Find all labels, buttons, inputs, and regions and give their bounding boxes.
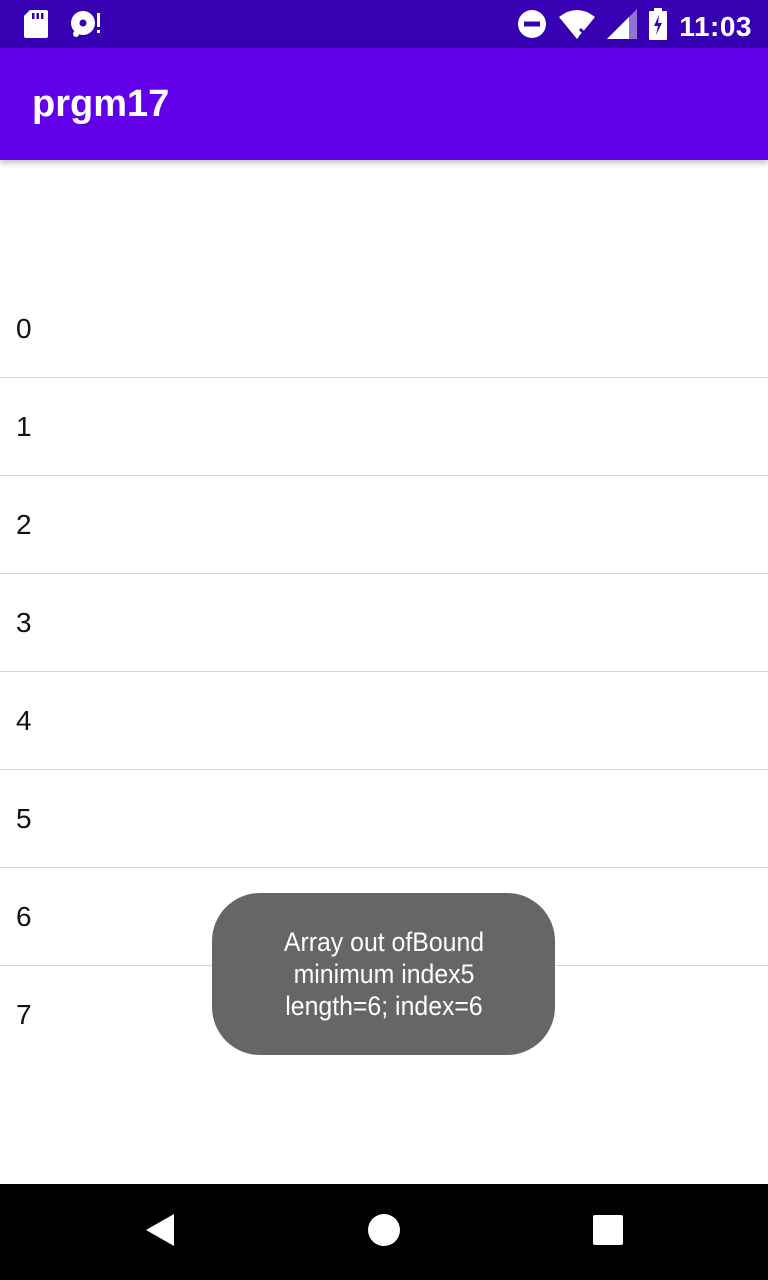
back-icon [144,1213,176,1252]
home-icon [367,1213,401,1252]
wifi-icon [559,9,596,44]
toast-text: Array out ofBound minimum index5 length=… [283,927,484,1021]
list-item-label: 4 [16,705,32,736]
home-button[interactable] [360,1208,408,1256]
back-button[interactable] [136,1208,184,1256]
status-system-icons: 11:03 [517,8,752,45]
status-bar: 11:03 [0,0,768,48]
list-item-label: 2 [16,509,32,540]
recents-icon [593,1214,623,1250]
list-item[interactable]: 0 [0,280,768,378]
app-bar: prgm17 [0,48,768,160]
list-item[interactable]: 2 [0,476,768,574]
list-item[interactable]: 4 [0,672,768,770]
battery-icon [649,8,668,45]
list-item-label: 6 [16,901,32,932]
sd-card-icon [24,10,48,43]
app-title: prgm17 [32,83,170,125]
signal-icon [607,9,638,44]
dnd-icon [517,9,547,44]
list-item[interactable]: 3 [0,574,768,672]
toast-message: Array out ofBound minimum index5 length=… [212,893,555,1055]
recents-button[interactable] [584,1208,632,1256]
status-notification-icons [24,10,102,43]
list-item[interactable]: 5 [0,770,768,868]
list-item-label: 3 [16,607,32,638]
list-item-label: 7 [16,999,32,1030]
status-time: 11:03 [679,10,752,42]
list-item-label: 0 [16,313,32,344]
list-item[interactable]: 1 [0,378,768,476]
navigation-bar [0,1184,768,1280]
list-item-label: 5 [16,803,32,834]
disc-alert-icon [70,10,102,43]
list-item-label: 1 [16,411,32,442]
